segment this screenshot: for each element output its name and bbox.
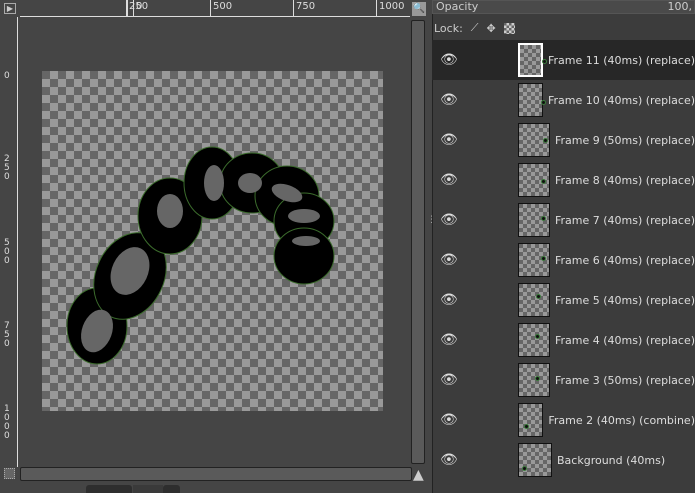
layer-row[interactable]: 👁 Frame 9 (50ms) (replace) — [432, 120, 695, 160]
status-field[interactable] — [86, 485, 132, 493]
vertical-ruler: 0 250 500 750 1000 — [0, 17, 18, 467]
layer-row[interactable]: 👁 Frame 8 (40ms) (replace) — [432, 160, 695, 200]
layer-thumbnail — [517, 203, 550, 237]
layer-name: Frame 7 (40ms) (replace) — [554, 213, 695, 227]
layer-thumbnail — [517, 123, 550, 157]
visibility-eye-icon[interactable]: 👁 — [440, 452, 458, 468]
layer-thumbnail — [518, 443, 552, 477]
ruler-label: 1000 — [379, 1, 405, 12]
layer-row[interactable]: 👁 Background (40ms) — [432, 440, 695, 480]
ruler-label: 750 — [4, 321, 10, 349]
status-field[interactable] — [163, 485, 180, 493]
ruler-label: 500 — [4, 238, 10, 266]
quick-mask-toggle[interactable]: ▶ — [4, 3, 16, 14]
ruler-label: 250 — [4, 154, 10, 182]
lock-position-icon[interactable]: ✥ — [487, 22, 496, 35]
lock-label: Lock: — [434, 21, 463, 35]
layer-row[interactable]: 👁 Frame 6 (40ms) (replace) — [432, 240, 695, 280]
visibility-eye-icon[interactable]: 👁 — [440, 52, 458, 68]
lock-alpha-icon[interactable] — [503, 22, 515, 34]
ruler-label: 500 — [213, 1, 233, 12]
toggle-selection-icon[interactable] — [4, 468, 15, 479]
layer-name: Frame 11 (40ms) (replace) — [547, 53, 695, 67]
visibility-eye-icon[interactable]: 👁 — [440, 92, 458, 108]
layer-name: Frame 5 (40ms) (replace) — [554, 293, 695, 307]
layer-thumbnail — [517, 243, 550, 277]
layer-name: Frame 2 (40ms) (combine) — [548, 413, 695, 427]
visibility-eye-icon[interactable]: 👁 — [440, 132, 458, 148]
layer-row[interactable]: 👁 Frame 11 (40ms) (replace) — [432, 40, 695, 80]
visibility-eye-icon[interactable]: 👁 — [440, 292, 458, 308]
layer-thumbnail — [517, 403, 544, 437]
layer-name: Frame 4 (40ms) (replace) — [554, 333, 695, 347]
layer-name: Frame 8 (40ms) (replace) — [554, 173, 695, 187]
opacity-label: Opacity — [436, 0, 479, 13]
visibility-eye-icon[interactable]: 👁 — [440, 372, 458, 388]
ruler-label: 750 — [296, 1, 316, 12]
visibility-eye-icon[interactable]: 👁 — [440, 412, 458, 428]
visibility-eye-icon[interactable]: 👁 — [440, 212, 458, 228]
layer-thumbnail — [517, 43, 547, 77]
layer-name: Frame 6 (40ms) (replace) — [554, 253, 695, 267]
layer-row[interactable]: 👁 Frame 3 (50ms) (replace) — [432, 360, 695, 400]
layer-name: Background (40ms) — [557, 453, 666, 467]
layer-thumbnail — [517, 163, 550, 197]
visibility-eye-icon[interactable]: 👁 — [440, 172, 458, 188]
layer-row[interactable]: 👁 Frame 7 (40ms) (replace) — [432, 200, 695, 240]
layer-name: Frame 10 (40ms) (replace) — [547, 93, 695, 107]
ruler-label: 1000 — [4, 404, 10, 441]
ruler-label: 250 — [129, 1, 149, 12]
layer-row[interactable]: 👁 Frame 4 (40ms) (replace) — [432, 320, 695, 360]
horizontal-scrollbar[interactable] — [20, 467, 412, 481]
drawn-blobs — [66, 146, 335, 365]
layer-row[interactable]: 👁 Frame 2 (40ms) (combine) — [432, 400, 695, 440]
opacity-value: 100, — [667, 0, 693, 13]
layer-thumbnail — [517, 83, 546, 117]
layer-thumbnail — [517, 283, 550, 317]
visibility-eye-icon[interactable]: 👁 — [440, 252, 458, 268]
layer-row[interactable]: 👁 Frame 10 (40ms) (replace) — [432, 80, 695, 120]
lock-pixels-icon[interactable]: ⟋ — [471, 21, 479, 35]
layer-name: Frame 9 (50ms) (replace) — [554, 133, 695, 147]
zoom-icon[interactable]: 🔍 — [412, 2, 426, 16]
layer-thumbnail — [517, 363, 550, 397]
visibility-eye-icon[interactable]: 👁 — [440, 332, 458, 348]
layer-name: Frame 3 (50ms) (replace) — [554, 373, 695, 387]
layer-row[interactable]: 👁 Frame 5 (40ms) (replace) — [432, 280, 695, 320]
image-layer[interactable] — [42, 71, 383, 411]
layer-thumbnail — [517, 323, 550, 357]
opacity-slider[interactable]: Opacity 100, — [432, 0, 695, 14]
status-field[interactable] — [133, 485, 163, 493]
navigate-icon[interactable]: ▲ — [413, 467, 424, 483]
vertical-scrollbar[interactable] — [411, 20, 425, 464]
ruler-label: 0 — [4, 71, 10, 81]
